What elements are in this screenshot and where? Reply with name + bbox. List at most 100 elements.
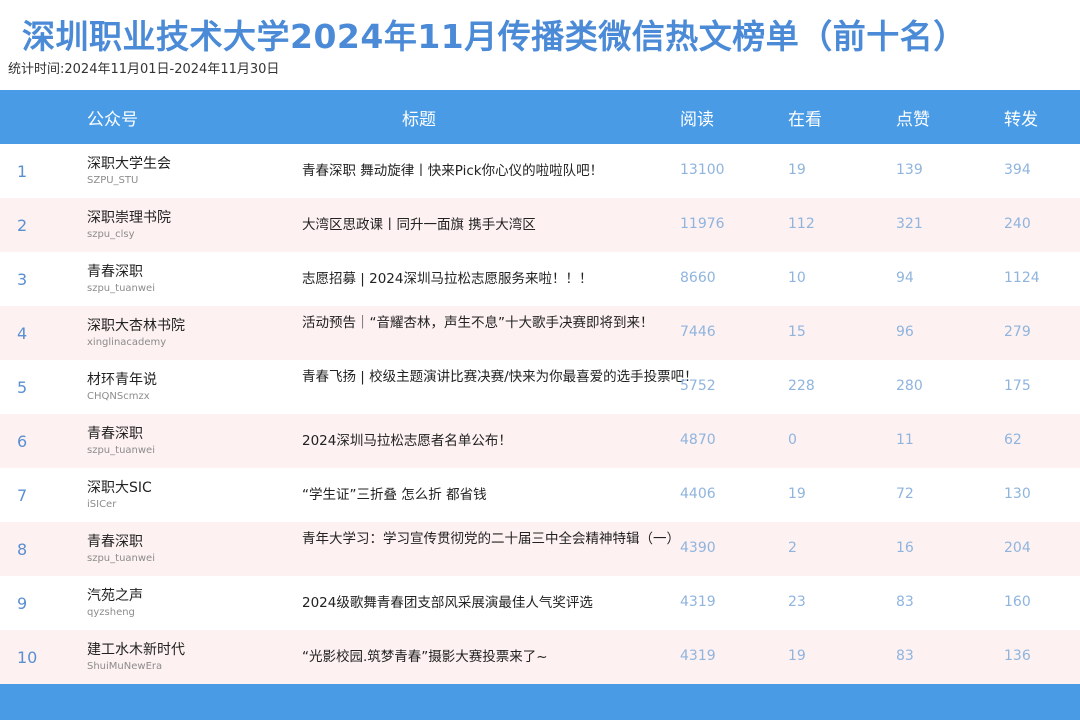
account-name: 青春深职 (87, 534, 143, 550)
likes-count: 280 (896, 378, 923, 394)
reads-count: 5752 (680, 378, 716, 394)
header-likes: 点赞 (896, 110, 930, 130)
account-name: 建工水木新时代 (87, 642, 185, 658)
looking-count: 19 (788, 486, 806, 502)
shares-count: 279 (1004, 324, 1031, 340)
table-row: 2 深职崇理书院 szpu_clsy 大湾区思政课丨同升一面旗 携手大湾区 11… (0, 198, 1080, 252)
account-id: iSICer (87, 499, 117, 510)
reads-count: 11976 (680, 216, 725, 232)
table-row: 3 青春深职 szpu_tuanwei 志愿招募 | 2024深圳马拉松志愿服务… (0, 252, 1080, 306)
account-name: 深职大SIC (87, 480, 152, 496)
shares-count: 175 (1004, 378, 1031, 394)
account-name: 深职崇理书院 (87, 210, 171, 226)
account-id: szpu_tuanwei (87, 445, 155, 456)
account-name: 材环青年说 (87, 372, 157, 388)
shares-count: 394 (1004, 162, 1031, 178)
rank-number: 4 (17, 324, 28, 343)
looking-count: 19 (788, 162, 806, 178)
article-title[interactable]: 2024深圳马拉松志愿者名单公布！ (302, 431, 642, 451)
likes-count: 139 (896, 162, 923, 178)
header-title: 标题 (402, 110, 436, 130)
rank-number: 7 (17, 486, 28, 505)
shares-count: 62 (1004, 432, 1022, 448)
account-name: 青春深职 (87, 426, 143, 442)
table-row: 7 深职大SIC iSICer “学生证”三折叠 怎么折 都省钱 4406 19… (0, 468, 1080, 522)
rank-number: 9 (17, 594, 28, 613)
looking-count: 228 (788, 378, 815, 394)
likes-count: 94 (896, 270, 914, 286)
shares-count: 160 (1004, 594, 1031, 610)
article-title[interactable]: 2024级歌舞青春团支部风采展演最佳人气奖评选 (302, 593, 642, 613)
account-name: 汽苑之声 (87, 588, 143, 604)
likes-count: 321 (896, 216, 923, 232)
shares-count: 136 (1004, 648, 1031, 664)
reads-count: 8660 (680, 270, 716, 286)
rank-number: 2 (17, 216, 28, 235)
header-reads: 阅读 (680, 110, 714, 130)
article-title[interactable]: 青春深职 舞动旋律丨快来Pick你心仪的啦啦队吧！ (302, 161, 642, 181)
article-title[interactable]: 活动预告｜“音耀杏林，声生不息”十大歌手决赛即将到来！ (302, 313, 654, 333)
article-title[interactable]: 青年大学习：学习宣传贯彻党的二十届三中全会精神特辑（一） (302, 529, 680, 549)
rank-number: 10 (17, 648, 38, 667)
looking-count: 2 (788, 540, 797, 556)
rank-number: 3 (17, 270, 28, 289)
table-row: 6 青春深职 szpu_tuanwei 2024深圳马拉松志愿者名单公布！ 48… (0, 414, 1080, 468)
likes-count: 16 (896, 540, 914, 556)
rank-number: 5 (17, 378, 28, 397)
account-name: 深职大杏林书院 (87, 318, 185, 334)
looking-count: 19 (788, 648, 806, 664)
reads-count: 4319 (680, 648, 716, 664)
looking-count: 15 (788, 324, 806, 340)
account-id: xinglinacademy (87, 337, 167, 348)
article-title[interactable]: “光影校园.筑梦青春”摄影大赛投票来了~ (302, 647, 642, 667)
shares-count: 240 (1004, 216, 1031, 232)
account-id: ShuiMuNewEra (87, 661, 163, 672)
account-name: 深职大学生会 (87, 156, 171, 172)
account-name: 青春深职 (87, 264, 143, 280)
article-title[interactable]: 志愿招募 | 2024深圳马拉松志愿服务来啦！！！ (302, 269, 642, 289)
looking-count: 23 (788, 594, 806, 610)
article-title[interactable]: 大湾区思政课丨同升一面旗 携手大湾区 (302, 215, 642, 235)
table-footer-bar (0, 684, 1080, 720)
account-id: szpu_tuanwei (87, 553, 155, 564)
account-id: CHQNScmzx (87, 391, 150, 402)
likes-count: 83 (896, 648, 914, 664)
account-id: SZPU_STU (87, 175, 139, 186)
table-row: 4 深职大杏林书院 xinglinacademy 活动预告｜“音耀杏林，声生不息… (0, 306, 1080, 360)
table-row: 5 材环青年说 CHQNScmzx 青春飞扬 | 校级主题演讲比赛决赛/快来为你… (0, 360, 1080, 414)
rank-number: 1 (17, 162, 28, 181)
reads-count: 13100 (680, 162, 725, 178)
looking-count: 10 (788, 270, 806, 286)
statistics-period: 统计时间:2024年11月01日-2024年11月30日 (8, 62, 280, 77)
likes-count: 96 (896, 324, 914, 340)
likes-count: 83 (896, 594, 914, 610)
account-id: szpu_clsy (87, 229, 135, 240)
header-looking: 在看 (788, 110, 822, 130)
looking-count: 112 (788, 216, 815, 232)
shares-count: 1124 (1004, 270, 1040, 286)
table-row: 9 汽苑之声 qyzsheng 2024级歌舞青春团支部风采展演最佳人气奖评选 … (0, 576, 1080, 630)
reads-count: 4406 (680, 486, 716, 502)
table-header: 公众号 标题 阅读 在看 点赞 转发 (0, 90, 1080, 144)
table-row: 1 深职大学生会 SZPU_STU 青春深职 舞动旋律丨快来Pick你心仪的啦啦… (0, 144, 1080, 198)
likes-count: 72 (896, 486, 914, 502)
header-shares: 转发 (1004, 110, 1038, 130)
table-row: 10 建工水木新时代 ShuiMuNewEra “光影校园.筑梦青春”摄影大赛投… (0, 630, 1080, 684)
page-title: 深圳职业技术大学2024年11月传播类微信热文榜单（前十名） (22, 17, 967, 56)
shares-count: 204 (1004, 540, 1031, 556)
ranking-table: 公众号 标题 阅读 在看 点赞 转发 1 深职大学生会 SZPU_STU 青春深… (0, 90, 1080, 720)
account-id: qyzsheng (87, 607, 135, 618)
rank-number: 6 (17, 432, 28, 451)
rank-number: 8 (17, 540, 28, 559)
reads-count: 7446 (680, 324, 716, 340)
table-row: 8 青春深职 szpu_tuanwei 青年大学习：学习宣传贯彻党的二十届三中全… (0, 522, 1080, 576)
article-title[interactable]: “学生证”三折叠 怎么折 都省钱 (302, 485, 642, 505)
likes-count: 11 (896, 432, 914, 448)
account-id: szpu_tuanwei (87, 283, 155, 294)
reads-count: 4390 (680, 540, 716, 556)
reads-count: 4870 (680, 432, 716, 448)
reads-count: 4319 (680, 594, 716, 610)
article-title[interactable]: 青春飞扬 | 校级主题演讲比赛决赛/快来为你最喜爱的选手投票吧！ (302, 367, 698, 387)
looking-count: 0 (788, 432, 797, 448)
shares-count: 130 (1004, 486, 1031, 502)
